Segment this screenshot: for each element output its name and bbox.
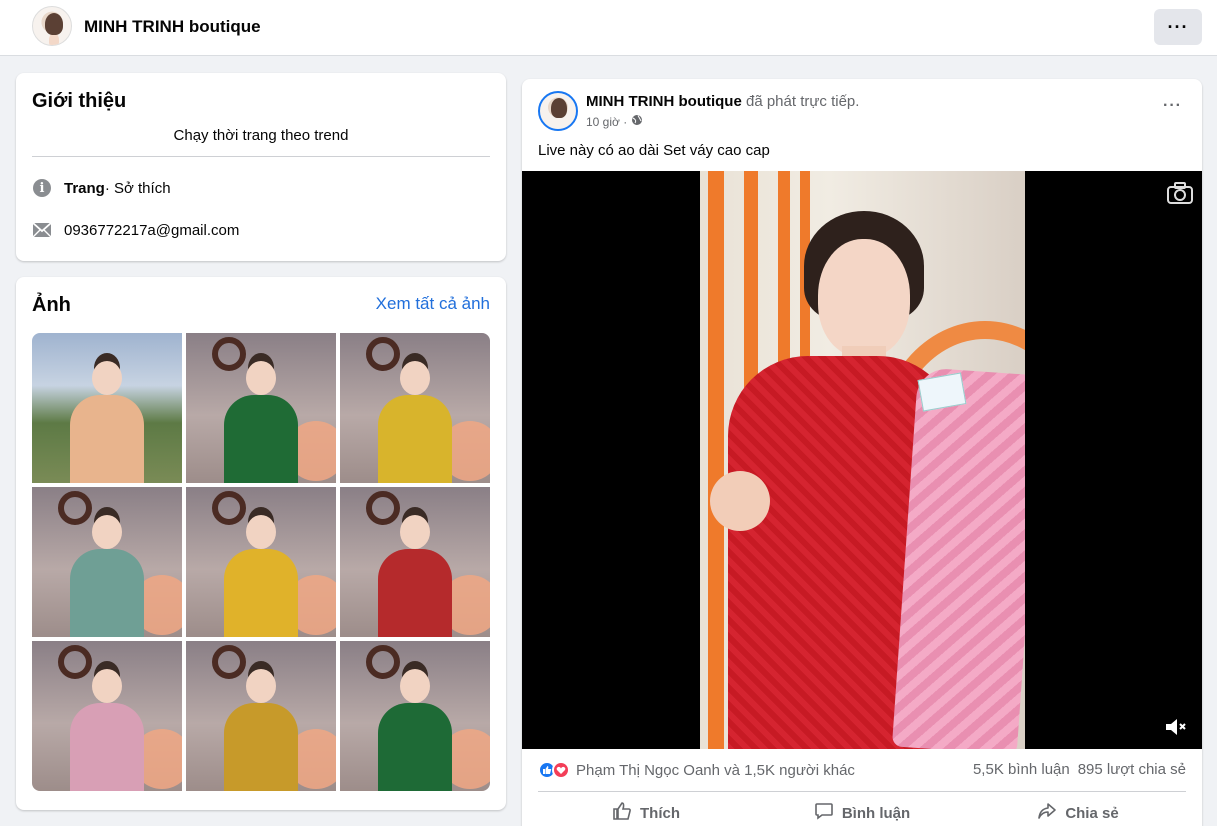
like-button[interactable]: Thích (538, 795, 754, 826)
photo-grid (32, 333, 490, 791)
wreath-decoration (58, 491, 92, 525)
photo-thumbnail[interactable] (186, 333, 336, 483)
photo-thumbnail[interactable] (32, 641, 182, 791)
intro-card: Giới thiệu Chạy thời trang theo trend i … (16, 73, 506, 261)
video-person-face (818, 239, 910, 357)
model-dress (70, 395, 144, 483)
model-head (400, 669, 430, 703)
model-head (246, 361, 276, 395)
model-head (400, 361, 430, 395)
post-action-bar: Thích Bình luận Chia sẻ (538, 795, 1186, 826)
post-caption: Live này có ao dài Set váy cao cap (538, 142, 770, 159)
reactions-text[interactable]: Phạm Thị Ngọc Oanh và 1,5K người khác (576, 762, 855, 779)
video-frame (700, 171, 1025, 749)
video-person-arm (710, 471, 770, 531)
post-timestamp[interactable]: 10 giờ · (586, 114, 643, 129)
post-actions-divider (538, 791, 1186, 792)
model-dress (224, 395, 298, 483)
post-author-name[interactable]: MINH TRINH boutique (586, 93, 742, 110)
intro-divider (32, 156, 490, 157)
photo-thumbnail[interactable] (186, 487, 336, 637)
intro-email-row: 0936772217a@gmail.com (32, 220, 239, 240)
intro-email[interactable]: 0936772217a@gmail.com (64, 222, 239, 239)
wreath-decoration (58, 645, 92, 679)
camera-icon[interactable] (1166, 181, 1194, 205)
comment-label: Bình luận (841, 804, 911, 822)
photo-thumbnail[interactable] (186, 641, 336, 791)
model-head (92, 669, 122, 703)
wreath-decoration (366, 491, 400, 525)
wreath-decoration (366, 645, 400, 679)
post-stats: 5,5K bình luận 895 lượt chia sẻ (973, 761, 1186, 778)
wall-stripe (708, 171, 724, 749)
post-time[interactable]: 10 giờ · (586, 115, 627, 129)
share-button[interactable]: Chia sẻ (970, 795, 1186, 826)
post-action-text: đã phát trực tiếp. (741, 93, 860, 110)
page-avatar[interactable] (32, 6, 72, 46)
intro-title: Giới thiệu (32, 90, 127, 112)
comment-button[interactable]: Bình luận (754, 795, 970, 826)
volume-muted-icon[interactable] (1164, 716, 1188, 738)
model-dress (378, 703, 452, 791)
model-dress (378, 549, 452, 637)
model-head (246, 669, 276, 703)
model-head (400, 515, 430, 549)
wreath-decoration (366, 337, 400, 371)
reaction-summary[interactable]: Phạm Thị Ngọc Oanh và 1,5K người khác (538, 761, 855, 779)
wreath-decoration (212, 491, 246, 525)
comment-icon (814, 801, 834, 825)
model-head (92, 361, 122, 395)
photo-thumbnail[interactable] (32, 487, 182, 637)
page-header: MINH TRINH boutique ··· (0, 0, 1217, 56)
comment-count[interactable]: 5,5K bình luận (973, 761, 1070, 778)
photos-card: Ảnh Xem tất cả ảnh (16, 277, 506, 810)
live-video-player[interactable] (522, 171, 1202, 749)
model-dress (378, 395, 452, 483)
photos-title: Ảnh (32, 294, 71, 316)
model-head (92, 515, 122, 549)
model-head (246, 515, 276, 549)
post-author-line: MINH TRINH boutique đã phát trực tiếp. (586, 93, 859, 110)
photo-thumbnail[interactable] (340, 487, 490, 637)
globe-icon (631, 114, 643, 129)
wreath-decoration (212, 337, 246, 371)
model-dress (224, 703, 298, 791)
info-icon: i (32, 178, 52, 198)
see-all-photos-link[interactable]: Xem tất cả ảnh (376, 294, 490, 314)
wreath-decoration (212, 645, 246, 679)
live-post: MINH TRINH boutique đã phát trực tiếp. 1… (522, 79, 1202, 826)
share-count[interactable]: 895 lượt chia sẻ (1078, 761, 1186, 778)
share-icon (1037, 801, 1057, 825)
photo-thumbnail[interactable] (340, 333, 490, 483)
model-dress (70, 703, 144, 791)
love-reaction-icon (552, 761, 570, 779)
page-name[interactable]: MINH TRINH boutique (84, 17, 261, 37)
more-options-button[interactable]: ··· (1154, 9, 1202, 45)
post-author-avatar[interactable] (538, 91, 578, 131)
intro-category-value: · Sở thích (104, 179, 171, 197)
photo-thumbnail[interactable] (340, 641, 490, 791)
intro-category-label: Trang (64, 179, 105, 197)
intro-bio: Chạy thời trang theo trend (173, 127, 349, 144)
model-dress (70, 549, 144, 637)
post-more-options-button[interactable]: ··· (1163, 97, 1182, 115)
envelope-icon (32, 220, 52, 240)
share-label: Chia sẻ (1065, 804, 1119, 822)
model-dress (224, 549, 298, 637)
photo-thumbnail[interactable] (32, 333, 182, 483)
like-label: Thích (640, 804, 680, 822)
intro-category-row: i Trang · Sở thích (32, 178, 171, 198)
thumbs-up-icon (612, 801, 632, 825)
